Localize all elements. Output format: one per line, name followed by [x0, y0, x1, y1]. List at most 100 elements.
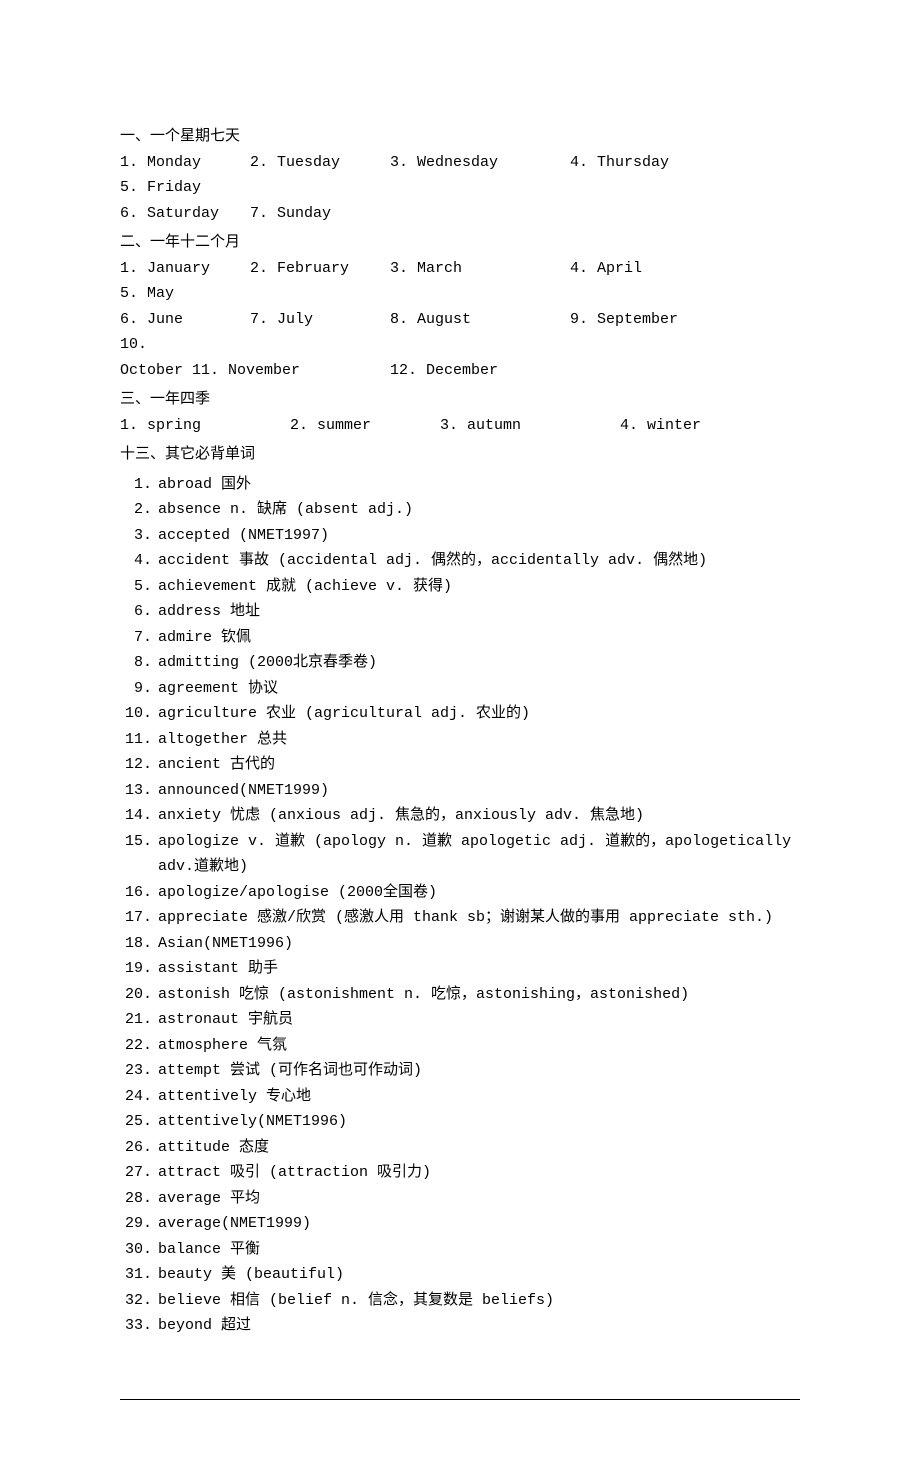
vocab-text: attentively 专心地: [158, 1084, 800, 1110]
section-3-items: 1. spring 2. summer 3. autumn 4. winter: [120, 413, 800, 439]
vocab-text: average 平均: [158, 1186, 800, 1212]
vocab-num: 10.: [120, 701, 158, 727]
vocab-item: 24.attentively 专心地: [120, 1084, 800, 1110]
vocab-num: 25.: [120, 1109, 158, 1135]
vocab-text: absence n. 缺席 (absent adj.): [158, 497, 800, 523]
vocab-text: admitting (2000北京春季卷): [158, 650, 800, 676]
vocab-text: abroad 国外: [158, 472, 800, 498]
vocab-item: 6.address 地址: [120, 599, 800, 625]
vocab-num: 19.: [120, 956, 158, 982]
vocab-item: 30.balance 平衡: [120, 1237, 800, 1263]
list-item: 10.: [120, 332, 250, 358]
list-item: 3. autumn: [440, 413, 620, 439]
vocab-item: 2.absence n. 缺席 (absent adj.): [120, 497, 800, 523]
vocab-text: appreciate 感激/欣赏 (感激人用 thank sb；谢谢某人做的事用…: [158, 905, 800, 931]
vocab-num: 14.: [120, 803, 158, 829]
vocab-text: atmosphere 气氛: [158, 1033, 800, 1059]
vocab-item: 20.astonish 吃惊 (astonishment n. 吃惊，aston…: [120, 982, 800, 1008]
vocab-text: achievement 成就 (achieve v. 获得): [158, 574, 800, 600]
vocab-num: 4.: [120, 548, 158, 574]
list-item: 8. August: [390, 307, 570, 333]
vocab-text: announced(NMET1999): [158, 778, 800, 804]
vocab-num: 26.: [120, 1135, 158, 1161]
list-item: 4. April: [570, 256, 710, 282]
document-page: 一、一个星期七天 1. Monday 2. Tuesday 3. Wednesd…: [0, 0, 920, 1467]
vocab-item: 28.average 平均: [120, 1186, 800, 1212]
vocab-item: 10.agriculture 农业 (agricultural adj. 农业的…: [120, 701, 800, 727]
section-1-title: 一、一个星期七天: [120, 124, 800, 150]
vocab-num: 6.: [120, 599, 158, 625]
vocab-item: 29.average(NMET1999): [120, 1211, 800, 1237]
vocab-text: anxiety 忧虑 (anxious adj. 焦急的，anxiously a…: [158, 803, 800, 829]
vocab-item: 17.appreciate 感激/欣赏 (感激人用 thank sb；谢谢某人做…: [120, 905, 800, 931]
vocab-num: 12.: [120, 752, 158, 778]
vocab-item: 5.achievement 成就 (achieve v. 获得): [120, 574, 800, 600]
vocab-num: 5.: [120, 574, 158, 600]
vocab-num: 28.: [120, 1186, 158, 1212]
list-item: 3. Wednesday: [390, 150, 570, 176]
vocab-num: 23.: [120, 1058, 158, 1084]
vocab-text: attempt 尝试 (可作名词也可作动词): [158, 1058, 800, 1084]
vocab-text: beauty 美 (beautiful): [158, 1262, 800, 1288]
vocab-num: 31.: [120, 1262, 158, 1288]
vocab-num: 17.: [120, 905, 158, 931]
vocab-item: 23.attempt 尝试 (可作名词也可作动词): [120, 1058, 800, 1084]
vocab-num: 22.: [120, 1033, 158, 1059]
footer-rule: [120, 1399, 800, 1400]
vocab-item: 19.assistant 助手: [120, 956, 800, 982]
vocab-text: astonish 吃惊 (astonishment n. 吃惊，astonish…: [158, 982, 800, 1008]
vocab-item: 25.attentively(NMET1996): [120, 1109, 800, 1135]
vocab-text: believe 相信 (belief n. 信念，其复数是 beliefs): [158, 1288, 800, 1314]
vocab-item: 14.anxiety 忧虑 (anxious adj. 焦急的，anxiousl…: [120, 803, 800, 829]
vocab-num: 18.: [120, 931, 158, 957]
vocab-item: 11.altogether 总共: [120, 727, 800, 753]
vocab-text: average(NMET1999): [158, 1211, 800, 1237]
vocab-text: admire 钦佩: [158, 625, 800, 651]
list-item: 9. September: [570, 307, 710, 333]
vocab-num: 24.: [120, 1084, 158, 1110]
vocab-num: 7.: [120, 625, 158, 651]
vocab-num: 1.: [120, 472, 158, 498]
section-2-items-row2: 6. June 7. July 8. August 9. September 1…: [120, 307, 800, 358]
vocab-item: 15.apologize v. 道歉 (apology n. 道歉 apolog…: [120, 829, 800, 880]
vocab-item: 22.atmosphere 气氛: [120, 1033, 800, 1059]
vocab-item: 21.astronaut 宇航员: [120, 1007, 800, 1033]
vocab-item: 3.accepted (NMET1997): [120, 523, 800, 549]
vocab-text: attitude 态度: [158, 1135, 800, 1161]
vocab-text: altogether 总共: [158, 727, 800, 753]
vocab-num: 30.: [120, 1237, 158, 1263]
vocab-item: 26.attitude 态度: [120, 1135, 800, 1161]
section-1-items-row2: 6. Saturday 7. Sunday: [120, 201, 800, 227]
vocab-num: 13.: [120, 778, 158, 804]
vocab-text: beyond 超过: [158, 1313, 800, 1339]
vocab-text: apologize v. 道歉 (apology n. 道歉 apologeti…: [158, 829, 800, 880]
vocab-num: 21.: [120, 1007, 158, 1033]
list-item: 4. Thursday: [570, 150, 710, 176]
vocab-text: apologize/apologise (2000全国卷): [158, 880, 800, 906]
vocab-item: 33.beyond 超过: [120, 1313, 800, 1339]
vocab-text: Asian(NMET1996): [158, 931, 800, 957]
list-item: October 11. November: [120, 358, 390, 384]
vocab-num: 2.: [120, 497, 158, 523]
vocab-num: 11.: [120, 727, 158, 753]
list-item: 1. spring: [120, 413, 290, 439]
vocab-num: 32.: [120, 1288, 158, 1314]
vocab-item: 7.admire 钦佩: [120, 625, 800, 651]
vocab-text: attentively(NMET1996): [158, 1109, 800, 1135]
list-item: 2. February: [250, 256, 390, 282]
vocab-item: 18.Asian(NMET1996): [120, 931, 800, 957]
vocab-list: 1.abroad 国外2.absence n. 缺席 (absent adj.)…: [120, 472, 800, 1339]
section-1-items: 1. Monday 2. Tuesday 3. Wednesday 4. Thu…: [120, 150, 800, 201]
vocab-item: 27.attract 吸引 (attraction 吸引力): [120, 1160, 800, 1186]
list-item: 5. May: [120, 281, 250, 307]
vocab-item: 32.believe 相信 (belief n. 信念，其复数是 beliefs…: [120, 1288, 800, 1314]
vocab-item: 12.ancient 古代的: [120, 752, 800, 778]
vocab-text: agriculture 农业 (agricultural adj. 农业的): [158, 701, 800, 727]
vocab-item: 13.announced(NMET1999): [120, 778, 800, 804]
vocab-num: 8.: [120, 650, 158, 676]
section-2-items-row3: October 11. November 12. December: [120, 358, 800, 384]
list-item: 7. Sunday: [250, 201, 390, 227]
section-2-title: 二、一年十二个月: [120, 230, 800, 256]
list-item: 4. winter: [620, 413, 701, 439]
vocab-item: 4.accident 事故 (accidental adj. 偶然的，accid…: [120, 548, 800, 574]
